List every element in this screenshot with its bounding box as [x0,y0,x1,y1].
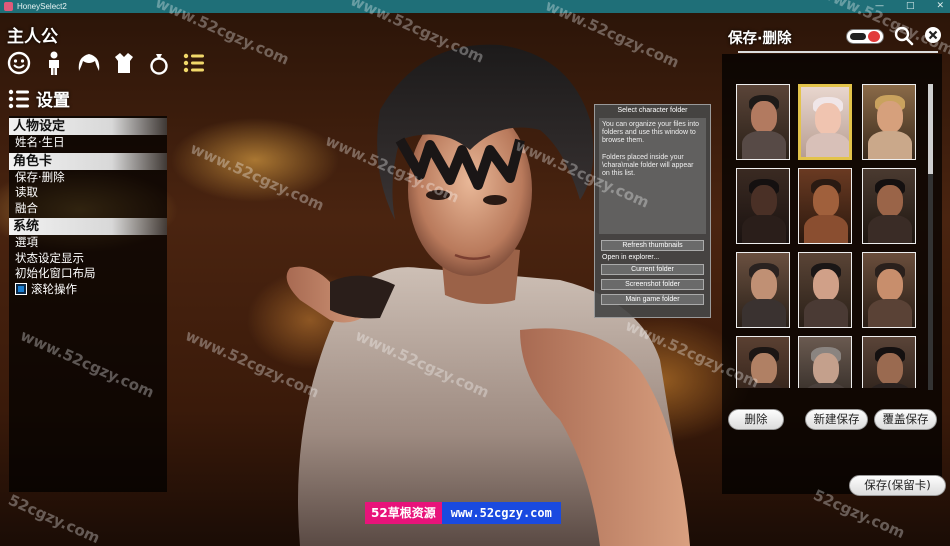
wheel-checkbox[interactable] [15,283,27,296]
card-thumbnail[interactable] [798,252,852,328]
settings-label: 设置 [36,91,70,111]
sort-arrow-icon [868,31,880,42]
save-delete-title: 保存·删除 [728,31,792,47]
card-thumbnail[interactable] [862,336,916,388]
body-icon[interactable] [41,50,67,76]
minimize-button[interactable]: — [875,0,884,13]
menu-item-reset-layout[interactable]: 初始化窗口布局 [9,266,167,282]
wheel-label: 滚轮操作 [31,281,77,296]
clothes-icon[interactable] [111,50,137,76]
menu-item-save-delete[interactable]: 保存·删除 [9,170,167,186]
site-banner: 52草根资源 www.52cgzy.com [365,502,561,524]
card-thumbnail[interactable] [736,168,790,244]
refresh-thumbnails-button[interactable]: Refresh thumbnails [601,240,704,251]
card-thumbnail[interactable] [862,84,916,160]
wheel-operation-toggle[interactable]: 滚轮操作 [9,282,167,298]
delete-button[interactable]: 删除 [728,409,784,430]
save-keep-card-button[interactable]: 保存(保留卡) [849,475,946,496]
folder-desc-p1: You can organize your files into folders… [602,121,700,145]
sort-toggle[interactable] [846,29,884,44]
maximize-button[interactable]: □ [906,0,915,13]
app-icon [4,2,13,11]
menu-item-name-birthday[interactable]: 姓名·生日 [9,135,167,151]
character-card-grid [736,84,916,388]
close-panel-icon[interactable] [924,26,942,44]
card-thumbnail[interactable] [798,336,852,388]
main-game-folder-button[interactable]: Main game folder [601,294,704,305]
card-thumbnail[interactable] [862,168,916,244]
current-folder-button[interactable]: Current folder [601,264,704,275]
section-header-character: 人物设定 [9,118,167,135]
settings-heading[interactable]: 设置 [7,86,70,111]
card-thumbnail-selected[interactable] [798,84,852,160]
toggle-knob [850,33,866,40]
banner-site-url: www.52cgzy.com [441,502,561,524]
search-icon[interactable] [894,26,914,46]
card-thumbnail[interactable] [736,336,790,388]
section-header-system: 系统 [9,218,167,235]
section-header-card: 角色卡 [9,152,167,170]
settings-list-icon [8,89,29,108]
close-window-button[interactable]: ✕ [936,0,944,13]
header-divider [738,51,938,53]
folder-desc-p2: Folders placed inside your \chara\male f… [602,153,694,178]
character-mode-label: 主人公 [7,27,58,47]
hair-icon[interactable] [76,50,102,76]
screenshot-folder-button[interactable]: Screenshot folder [601,279,704,290]
window-title: HoneySelect2 [17,2,67,11]
menu-item-status-display[interactable]: 状态设定显示 [9,251,167,267]
menu-item-merge[interactable]: 融合 [9,201,167,217]
card-list-scrollbar[interactable] [928,84,933,390]
settings-menu-panel: 人物设定 姓名·生日 角色卡 保存·删除 读取 融合 系统 選項 状态设定显示 … [9,116,167,492]
accessory-ring-icon[interactable] [146,50,172,76]
menu-item-options[interactable]: 選項 [9,235,167,251]
menu-item-load[interactable]: 读取 [9,185,167,201]
folder-panel-title: Select character folder [617,107,688,114]
card-thumbnail[interactable] [798,168,852,244]
folder-select-panel: Select character folder You can organize… [594,104,711,318]
card-thumbnail[interactable] [736,252,790,328]
card-thumbnail[interactable] [862,252,916,328]
window-titlebar: HoneySelect2 — □ ✕ [0,0,950,13]
open-in-explorer-label: Open in explorer... [602,254,660,261]
new-save-button[interactable]: 新建保存 [805,409,868,430]
scrollbar-thumb[interactable] [928,84,933,174]
window-controls: — □ ✕ [875,0,944,13]
folder-description: You can organize your files into folders… [599,118,706,234]
card-thumbnail[interactable] [736,84,790,160]
face-icon[interactable] [6,50,32,76]
list-icon[interactable] [181,50,207,76]
category-icon-bar [6,50,207,76]
overwrite-save-button[interactable]: 覆盖保存 [874,409,937,430]
banner-site-name: 52草根资源 [365,502,442,524]
